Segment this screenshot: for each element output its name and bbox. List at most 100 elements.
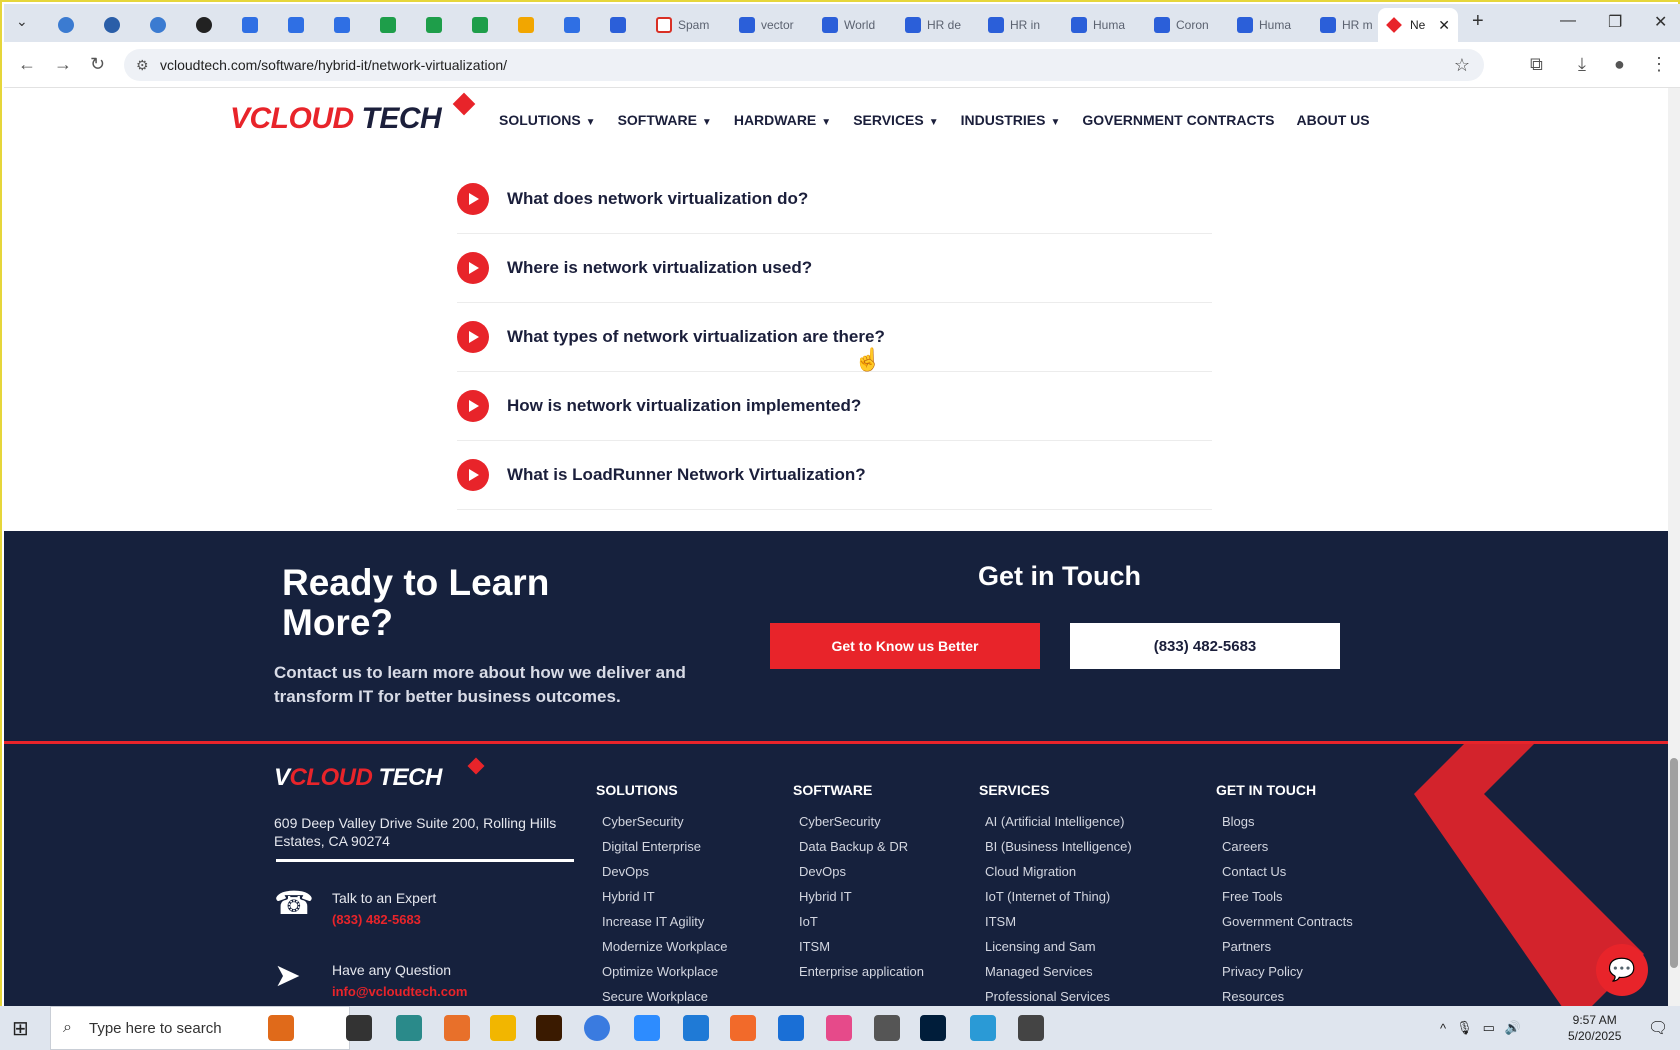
footer-link[interactable]: Enterprise application — [799, 964, 924, 989]
illustrator-icon[interactable] — [536, 1015, 562, 1041]
footer-link[interactable]: Data Backup & DR — [799, 839, 924, 864]
footer-link[interactable]: Modernize Workplace — [602, 939, 727, 964]
footer-link[interactable]: ITSM — [985, 914, 1132, 939]
reload-icon[interactable]: ↻ — [90, 54, 105, 75]
microphone-icon[interactable]: 🎙 — [1456, 1020, 1473, 1036]
clock[interactable]: 9:57 AM 5/20/2025 — [1568, 1012, 1621, 1044]
forward-icon[interactable]: → — [54, 54, 72, 75]
footer-link[interactable]: Digital Enterprise — [602, 839, 727, 864]
chat-icon[interactable]: 💬 — [1596, 944, 1648, 996]
footer-link[interactable]: CyberSecurity — [799, 814, 924, 839]
address-bar[interactable]: ⚙ vcloudtech.com/software/hybrid-it/netw… — [124, 49, 1484, 81]
scrollbar-thumb[interactable] — [1670, 758, 1678, 968]
nav-item-software[interactable]: SOFTWARE ▼ — [618, 112, 712, 128]
tab-11[interactable] — [558, 10, 592, 40]
site-info-icon[interactable]: ⚙ — [136, 57, 149, 74]
footer-link[interactable]: Free Tools — [1222, 889, 1353, 914]
menu-kebab-icon[interactable]: ⋮ — [1650, 54, 1668, 75]
tab-15[interactable]: World — [816, 10, 898, 40]
firefox-icon[interactable] — [444, 1015, 470, 1041]
tab-6[interactable] — [328, 10, 362, 40]
new-tab-icon[interactable]: + — [1472, 10, 1484, 33]
task-view-icon[interactable] — [346, 1015, 372, 1041]
tab-5[interactable] — [282, 10, 316, 40]
windows-start-icon[interactable]: ⊞ — [12, 1016, 29, 1041]
tab-4[interactable] — [236, 10, 270, 40]
tab-8[interactable] — [420, 10, 454, 40]
tab-16[interactable]: HR de — [899, 10, 981, 40]
download-icon[interactable]: ⤓ — [1578, 54, 1586, 75]
notifications-icon[interactable]: 🗨 — [1648, 1018, 1668, 1038]
site-logo[interactable]: VCLOUD TECH — [230, 92, 476, 136]
outlook-icon[interactable] — [778, 1015, 804, 1041]
faq-item[interactable]: What is LoadRunner Network Virtualizatio… — [457, 441, 1212, 510]
close-tab-icon[interactable]: ✕ — [1438, 17, 1450, 34]
zoom-icon[interactable] — [634, 1015, 660, 1041]
footer-link[interactable]: ITSM — [799, 939, 924, 964]
xampp-icon[interactable] — [730, 1015, 756, 1041]
network-icon[interactable]: ▭ — [1483, 1020, 1495, 1036]
footer-link[interactable]: Hybrid IT — [799, 889, 924, 914]
close-window-icon[interactable]: ✕ — [1654, 12, 1667, 32]
tab-10[interactable] — [512, 10, 546, 40]
tab-search-chevron-icon[interactable]: ⌄ — [16, 13, 28, 30]
faq-item[interactable]: Where is network virtualization used? — [457, 234, 1212, 303]
back-icon[interactable]: ← — [18, 54, 36, 75]
footer-link[interactable]: Government Contracts — [1222, 914, 1353, 939]
tab-20[interactable]: Huma — [1231, 10, 1313, 40]
footer-link[interactable]: CyberSecurity — [602, 814, 727, 839]
nav-item-industries[interactable]: INDUSTRIES ▼ — [961, 112, 1061, 128]
vpn-icon[interactable] — [396, 1015, 422, 1041]
footer-link[interactable]: Partners — [1222, 939, 1353, 964]
footer-link[interactable]: Increase IT Agility — [602, 914, 727, 939]
faq-item[interactable]: How is network virtualization implemente… — [457, 372, 1212, 441]
footer-link[interactable]: Optimize Workplace — [602, 964, 727, 989]
vscode-icon[interactable] — [683, 1015, 709, 1041]
nav-item-solutions[interactable]: SOLUTIONS ▼ — [499, 112, 596, 128]
footer-link[interactable]: Hybrid IT — [602, 889, 727, 914]
footer-link[interactable]: Blogs — [1222, 814, 1353, 839]
footer-logo[interactable]: VCLOUD TECH — [274, 757, 485, 792]
footer-link[interactable]: Careers — [1222, 839, 1353, 864]
chrome-icon[interactable] — [584, 1015, 610, 1041]
tab-active[interactable]: Ne ✕ — [1378, 8, 1458, 42]
vpn-globe-icon[interactable] — [1018, 1015, 1044, 1041]
nav-item-about-us[interactable]: ABOUT US — [1296, 112, 1369, 128]
page-scrollbar[interactable] — [1668, 88, 1680, 1008]
paint-3d-icon[interactable] — [970, 1015, 996, 1041]
tab-0[interactable] — [52, 10, 86, 40]
nav-item-services[interactable]: SERVICES ▼ — [853, 112, 938, 128]
pen-tool-icon[interactable] — [874, 1015, 900, 1041]
nav-item-government-contracts[interactable]: GOVERNMENT CONTRACTS — [1082, 112, 1274, 128]
footer-link[interactable]: Contact Us — [1222, 864, 1353, 889]
tab-18[interactable]: Huma — [1065, 10, 1147, 40]
tab-7[interactable] — [374, 10, 408, 40]
file-explorer-icon[interactable] — [490, 1015, 516, 1041]
nav-item-hardware[interactable]: HARDWARE ▼ — [734, 112, 831, 128]
footer-link[interactable]: IoT (Internet of Thing) — [985, 889, 1132, 914]
animal-widget-icon[interactable] — [268, 1015, 294, 1041]
tab-19[interactable]: Coron — [1148, 10, 1230, 40]
tray-chevron-icon[interactable]: ^ — [1440, 1021, 1446, 1036]
footer-link[interactable]: Privacy Policy — [1222, 964, 1353, 989]
footer-link[interactable]: BI (Business Intelligence) — [985, 839, 1132, 864]
minimize-icon[interactable]: — — [1560, 12, 1576, 30]
tab-12[interactable] — [604, 10, 638, 40]
footer-link[interactable]: Managed Services — [985, 964, 1132, 989]
extensions-icon[interactable]: ⧉ — [1530, 54, 1543, 75]
taskbar-search-input[interactable]: ⌕ Type here to search — [50, 1006, 350, 1050]
faq-item[interactable]: What does network virtualization do? — [457, 165, 1212, 234]
footer-link[interactable]: Licensing and Sam — [985, 939, 1132, 964]
tab-9[interactable] — [466, 10, 500, 40]
photoshop-icon[interactable] — [920, 1015, 946, 1041]
footer-link[interactable]: DevOps — [799, 864, 924, 889]
footer-link[interactable]: AI (Artificial Intelligence) — [985, 814, 1132, 839]
email-link[interactable]: info@vcloudtech.com — [332, 984, 467, 999]
tab-14[interactable]: vector — [733, 10, 815, 40]
profile-avatar-icon[interactable]: ● — [1614, 54, 1625, 75]
tab-13[interactable]: Spam — [650, 10, 732, 40]
tab-1[interactable] — [98, 10, 132, 40]
tab-17[interactable]: HR in — [982, 10, 1064, 40]
phone-button[interactable]: (833) 482-5683 — [1070, 623, 1340, 669]
maximize-icon[interactable]: ❐ — [1608, 12, 1622, 32]
